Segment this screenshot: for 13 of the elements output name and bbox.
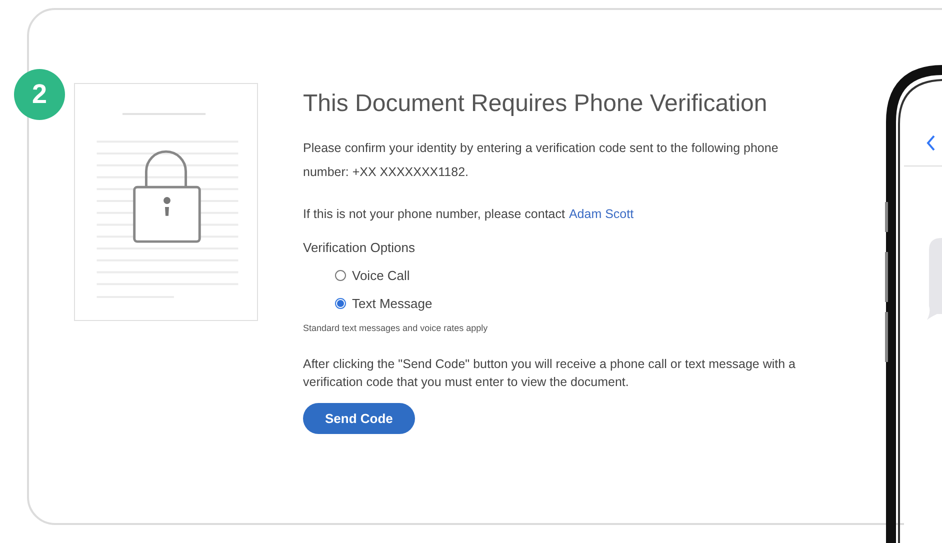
radio-button[interactable] [335,270,346,281]
contact-text: If this is not your phone number, please contact [303,206,565,223]
contact-link[interactable]: Adam Scott [568,202,634,226]
options-heading: Verification Options [303,240,416,255]
send-code-button[interactable]: Send Code [303,403,415,434]
page-title: This Document Requires Phone Verification [303,90,768,118]
rates-note: Standard text messages and voice rates apply [303,323,489,333]
step-badge: 2 [14,69,65,120]
intro-text: Please confirm your identity by entering a verification code sent to the following phone number: +XX XXXXXXX1182. [303,140,780,181]
instructions-text: After clicking the "Send Code" button you will receive a phone call or text message with a verification code that you must enter to view the document. [303,356,796,391]
radio-button[interactable] [335,298,346,309]
option-label[interactable]: Voice Call [352,268,410,283]
option-label[interactable]: Text Message [352,296,432,311]
